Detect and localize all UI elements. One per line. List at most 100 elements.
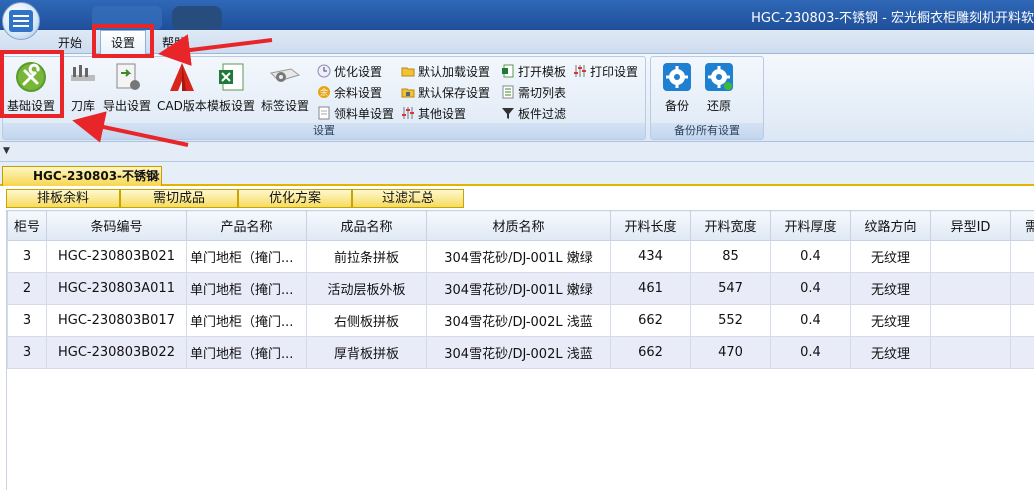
document-tab-strip: HGC-230803-不锈钢 ✕ <box>0 162 1034 186</box>
cut-list-label: 需切列表 <box>518 85 567 100</box>
tab-layout-remnant[interactable]: 排板余料 <box>6 189 120 208</box>
cut-list-button[interactable]: 需切列表 <box>501 82 566 102</box>
export-settings-label: 导出设置 <box>103 99 152 113</box>
column-header[interactable]: 柜号 <box>7 210 47 241</box>
table-cell: 0.4 <box>770 304 851 337</box>
label-settings-label: 标签设置 <box>261 99 310 113</box>
table-cell: 0.4 <box>770 240 851 273</box>
table-cell: 3 <box>7 240 47 273</box>
tool-library-icon <box>71 65 95 81</box>
table-cell: 单门地柜（掩门... <box>186 304 307 337</box>
document-tab-label: HGC-230803-不锈钢 <box>33 169 159 183</box>
column-header[interactable]: 需 <box>1010 210 1034 241</box>
table-cell: 2 <box>7 272 47 305</box>
table-cell <box>930 240 1011 273</box>
table-cell <box>930 304 1011 337</box>
other-settings-button[interactable]: 其他设置 <box>401 103 466 123</box>
default-load-settings-label: 默认加载设置 <box>418 64 491 79</box>
basic-settings-button[interactable]: 基础设置 <box>7 61 55 114</box>
backup-button[interactable]: 备份 <box>661 61 693 114</box>
document-tab[interactable]: HGC-230803-不锈钢 ✕ <box>2 166 162 186</box>
export-settings-button[interactable]: 导出设置 <box>103 61 151 114</box>
restore-button[interactable]: 还原 <box>703 61 735 114</box>
customize-dropdown-icon[interactable]: ▼ <box>3 146 10 156</box>
column-header[interactable]: 开料长度 <box>610 210 691 241</box>
print-settings-label: 打印设置 <box>590 64 639 79</box>
column-header[interactable]: 开料宽度 <box>690 210 771 241</box>
column-header[interactable]: 成品名称 <box>306 210 427 241</box>
document-icon <box>318 106 330 120</box>
backup-label: 备份 <box>664 99 689 113</box>
panel-filter-button[interactable]: 板件过滤 <box>501 103 566 123</box>
table-cell: 无纹理 <box>850 304 931 337</box>
label-settings-button[interactable]: 标签设置 <box>261 61 309 114</box>
print-sliders-icon <box>574 65 586 77</box>
optimize-settings-button[interactable]: 优化设置 <box>317 61 382 81</box>
filter-icon <box>502 108 514 119</box>
tools-icon <box>16 62 46 92</box>
column-header[interactable]: 开料厚度 <box>770 210 851 241</box>
tab-optimization-plan[interactable]: 优化方案 <box>238 189 352 208</box>
table-cell <box>1010 304 1034 337</box>
default-save-settings-button[interactable]: 默认保存设置 <box>401 82 490 102</box>
table-cell: HGC-230803B021 <box>46 240 187 273</box>
tab-start[interactable]: 开始 <box>58 34 82 51</box>
table-cell: 434 <box>610 240 691 273</box>
other-settings-label: 其他设置 <box>418 106 467 121</box>
table-cell <box>1010 336 1034 369</box>
panel-filter-label: 板件过滤 <box>518 106 567 121</box>
close-icon[interactable]: ✕ <box>151 168 161 186</box>
table-row[interactable]: 3 HGC-230803B021 单门地柜（掩门... 前拉条拼板 304雪花砂… <box>7 240 1034 273</box>
app-menu-icon[interactable] <box>2 2 40 40</box>
material-list-settings-button[interactable]: 领料单设置 <box>317 103 394 123</box>
tab-cut-products[interactable]: 需切成品 <box>120 189 238 208</box>
restore-label: 还原 <box>706 99 731 113</box>
table-cell: HGC-230803B022 <box>46 336 187 369</box>
table-cell: 304雪花砂/DJ-001L 嫩绿 <box>426 240 611 273</box>
default-load-settings-button[interactable]: 默认加载设置 <box>401 61 490 81</box>
cad-version-label: CAD版本 <box>157 99 207 113</box>
template-settings-button[interactable]: 模板设置 <box>207 61 255 114</box>
table-cell: 85 <box>690 240 771 273</box>
tab-filter-summary[interactable]: 过滤汇总 <box>352 189 464 208</box>
column-header[interactable]: 条码编号 <box>46 210 187 241</box>
table-cell: 活动层板外板 <box>306 272 427 305</box>
tab-help[interactable]: 帮助 <box>162 34 186 51</box>
tab-settings[interactable]: 设置 <box>100 30 146 54</box>
table-row[interactable]: 3 HGC-230803B022 单门地柜（掩门... 厚背板拼板 304雪花砂… <box>7 336 1034 369</box>
ribbon-group-backup-label: 备份所有设置 <box>651 123 763 139</box>
table-cell <box>1010 240 1034 273</box>
table-cell: 单门地柜（掩门... <box>186 336 307 369</box>
basic-settings-label: 基础设置 <box>7 99 56 113</box>
table-cell: 单门地柜（掩门... <box>186 240 307 273</box>
column-header[interactable]: 材质名称 <box>426 210 611 241</box>
export-settings-icon <box>116 63 140 90</box>
optimize-settings-label: 优化设置 <box>334 64 383 79</box>
quick-access-bar: ▼ <box>0 142 1034 162</box>
tool-library-button[interactable]: 刀库 <box>67 61 99 114</box>
label-gear-icon <box>269 68 301 82</box>
table-cell: 662 <box>610 304 691 337</box>
table-row[interactable]: 2 HGC-230803A011 单门地柜（掩门... 活动层板外板 304雪花… <box>7 272 1034 305</box>
open-template-button[interactable]: 打开模板 <box>501 61 566 81</box>
ribbon: 基础设置 刀库 导出设置 CAD版本 模板设置 标签设置 优化设置 余 余料设置… <box>0 54 1034 142</box>
print-settings-button[interactable]: 打印设置 <box>573 61 638 81</box>
column-header[interactable]: 纹路方向 <box>850 210 931 241</box>
column-header[interactable]: 异型ID <box>930 210 1011 241</box>
table-cell: 0.4 <box>770 272 851 305</box>
column-header[interactable]: 产品名称 <box>186 210 307 241</box>
table-cell: 无纹理 <box>850 336 931 369</box>
table-cell: 470 <box>690 336 771 369</box>
sliders-icon <box>402 107 414 119</box>
remnant-settings-label: 余料设置 <box>334 85 383 100</box>
cad-version-button[interactable]: CAD版本 <box>157 61 207 114</box>
menu-bar: 开始 设置 帮助 <box>0 30 1034 54</box>
table-row[interactable]: 3 HGC-230803B017 单门地柜（掩门... 右侧板拼板 304雪花砂… <box>7 304 1034 337</box>
ribbon-group-backup: 备份 还原 备份所有设置 <box>650 56 764 140</box>
open-template-label: 打开模板 <box>518 64 567 79</box>
tool-library-label: 刀库 <box>70 99 95 113</box>
table-cell: 右侧板拼板 <box>306 304 427 337</box>
remnant-settings-button[interactable]: 余 余料设置 <box>317 82 382 102</box>
template-settings-label: 模板设置 <box>207 99 256 113</box>
backup-gear-icon <box>663 63 691 91</box>
